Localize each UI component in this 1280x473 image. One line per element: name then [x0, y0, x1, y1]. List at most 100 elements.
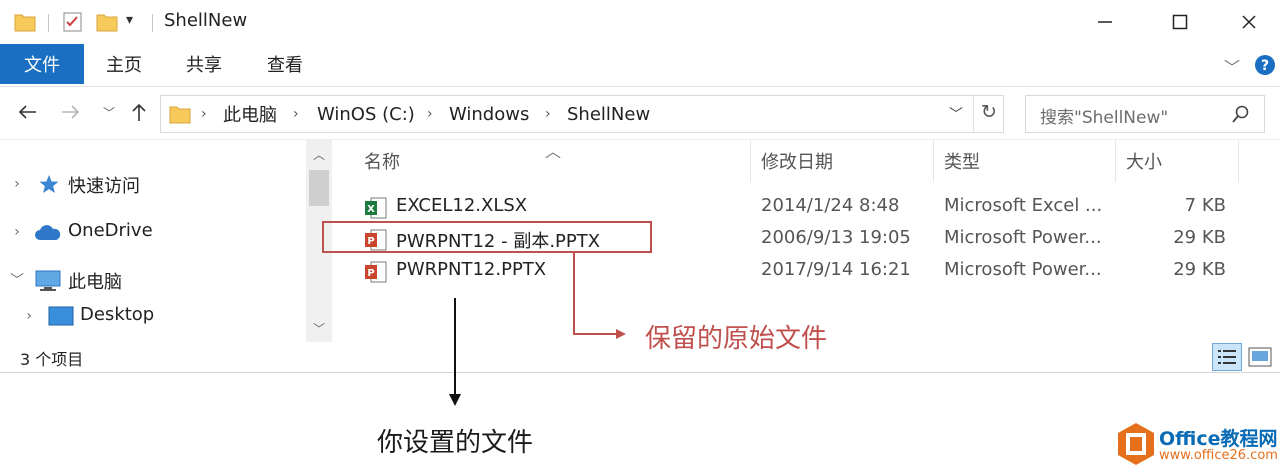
nav-item-desktop[interactable]: › Desktop: [0, 298, 300, 334]
search-input[interactable]: 搜索"ShellNew": [1025, 95, 1265, 133]
file-date: 2006/9/13 19:05: [761, 227, 911, 248]
address-bar[interactable]: › 此电脑 › WinOS (C:) › Windows › ShellNew …: [160, 95, 1004, 133]
expand-ribbon-icon[interactable]: ﹀: [1224, 54, 1240, 78]
chevron-right-icon[interactable]: ›: [22, 306, 36, 326]
column-header-name[interactable]: 名称: [364, 148, 400, 174]
logo-url: www.office26.com: [1159, 448, 1278, 463]
column-divider[interactable]: [1238, 140, 1239, 182]
nav-label: 快速访问: [68, 176, 140, 197]
help-icon[interactable]: ?: [1254, 54, 1276, 76]
file-size: 29 KB: [1173, 259, 1226, 280]
tab-home[interactable]: 主页: [94, 44, 154, 84]
title-bar: ▾ ShellNew: [0, 0, 1280, 44]
tab-share[interactable]: 共享: [174, 44, 234, 84]
tab-file[interactable]: 文件: [0, 44, 84, 84]
annotation-arrow-red: [573, 252, 626, 339]
file-size: 7 KB: [1184, 195, 1226, 216]
recent-locations-icon[interactable]: ﹀: [96, 99, 122, 125]
folder-icon: [169, 106, 191, 124]
window-title: ShellNew: [164, 10, 248, 31]
customize-quick-access-icon[interactable]: ▾: [126, 12, 133, 28]
breadcrumb-separator[interactable]: ›: [201, 96, 207, 132]
column-header-type[interactable]: 类型: [944, 148, 980, 174]
cloud-icon: [35, 225, 61, 240]
scroll-down-icon[interactable]: ﹀: [306, 316, 332, 340]
nav-item-this-pc[interactable]: ﹀ 此电脑: [0, 262, 300, 298]
site-logo: Office教程网 www.office26.com: [1117, 420, 1278, 470]
column-divider[interactable]: [1115, 140, 1116, 182]
column-divider[interactable]: [933, 140, 934, 182]
large-icons-view-icon[interactable]: [1248, 347, 1272, 367]
forward-button[interactable]: [58, 99, 84, 125]
annotation-original-file: 保留的原始文件: [645, 324, 828, 354]
folder-icon[interactable]: [14, 12, 36, 32]
breadcrumb-shellnew[interactable]: ShellNew: [567, 96, 650, 132]
column-divider[interactable]: [750, 140, 751, 182]
arrow-left-icon: [18, 105, 36, 119]
nav-item-quick-access[interactable]: › 快速访问: [0, 166, 300, 202]
minimize-button[interactable]: [1088, 8, 1122, 36]
new-folder-icon[interactable]: [96, 12, 118, 32]
close-icon: [1242, 15, 1256, 29]
column-header-size[interactable]: 大小: [1126, 148, 1162, 174]
file-date: 2014/1/24 8:48: [761, 195, 900, 216]
breadcrumb-separator[interactable]: ›: [427, 96, 433, 132]
excel-file-icon: X: [365, 197, 387, 219]
computer-icon: [35, 270, 61, 291]
chevron-right-icon[interactable]: ›: [10, 222, 24, 242]
file-type: Microsoft Power...: [944, 227, 1102, 248]
search-placeholder: 搜索"ShellNew": [1040, 108, 1169, 128]
breadcrumb-winos[interactable]: WinOS (C:): [317, 96, 415, 132]
tab-view[interactable]: 查看: [255, 44, 315, 84]
file-size: 29 KB: [1173, 227, 1226, 248]
minimize-icon: [1098, 21, 1112, 23]
star-icon: [39, 175, 59, 193]
scroll-thumb[interactable]: [309, 170, 329, 206]
svg-text:P: P: [367, 268, 374, 279]
view-buttons: [1212, 343, 1276, 371]
navigation-pane: › 快速访问 › OneDrive ﹀ 此电脑 › Desktop: [0, 140, 305, 370]
breadcrumb-separator[interactable]: ›: [293, 96, 299, 132]
item-count: 3 个项目: [20, 350, 84, 369]
breadcrumb-separator[interactable]: ›: [545, 96, 551, 132]
address-row: ﹀ › 此电脑 › WinOS (C:) › Windows › ShellNe…: [0, 87, 1280, 140]
breadcrumb-windows[interactable]: Windows: [449, 96, 529, 132]
file-row[interactable]: X EXCEL12.XLSX 2014/1/24 8:48 Microsoft …: [340, 191, 1280, 223]
nav-item-onedrive[interactable]: › OneDrive: [0, 214, 300, 250]
arrow-up-icon: [132, 103, 146, 121]
scroll-up-icon[interactable]: ︿: [306, 142, 332, 166]
address-dropdown-icon[interactable]: ﹀: [949, 104, 963, 124]
nav-label: OneDrive: [68, 220, 153, 241]
refresh-icon[interactable]: ↻: [981, 101, 997, 123]
close-button[interactable]: [1232, 8, 1266, 36]
details-view-icon[interactable]: [1212, 343, 1242, 371]
file-name: EXCEL12.XLSX: [396, 195, 528, 216]
chevron-right-icon[interactable]: ›: [10, 174, 24, 194]
logo-title: Office教程网: [1159, 428, 1278, 450]
separator: [48, 14, 49, 32]
ribbon: 文件 主页 共享 查看 ﹀ ?: [0, 44, 1280, 87]
maximize-icon: [1172, 14, 1188, 30]
back-button[interactable]: [14, 99, 40, 125]
file-type: Microsoft Excel ...: [944, 195, 1103, 216]
desktop-icon: [48, 306, 74, 326]
separator: [152, 14, 153, 32]
file-row[interactable]: P PWRPNT12.PPTX 2017/9/14 16:21 Microsof…: [340, 255, 1280, 287]
column-header-date[interactable]: 修改日期: [761, 148, 833, 174]
file-name: PWRPNT12.PPTX: [396, 259, 547, 280]
file-type: Microsoft Power...: [944, 259, 1102, 280]
maximize-button[interactable]: [1163, 8, 1197, 36]
chevron-down-icon[interactable]: ﹀: [10, 270, 24, 290]
office-logo-icon: [1118, 423, 1154, 465]
breadcrumb-this-pc[interactable]: 此电脑: [223, 96, 277, 132]
annotation-your-file: 你设置的文件: [377, 428, 534, 458]
annotation-arrow-black: [449, 298, 461, 406]
up-button[interactable]: [126, 99, 152, 125]
properties-icon[interactable]: [62, 11, 84, 33]
search-icon: [1232, 105, 1249, 123]
svg-text:?: ?: [1261, 58, 1269, 74]
file-date: 2017/9/14 16:21: [761, 259, 911, 280]
nav-label: 此电脑: [68, 272, 122, 293]
column-headers: 名称 修改日期 类型 大小: [340, 140, 1280, 182]
highlight-box: [322, 221, 652, 253]
